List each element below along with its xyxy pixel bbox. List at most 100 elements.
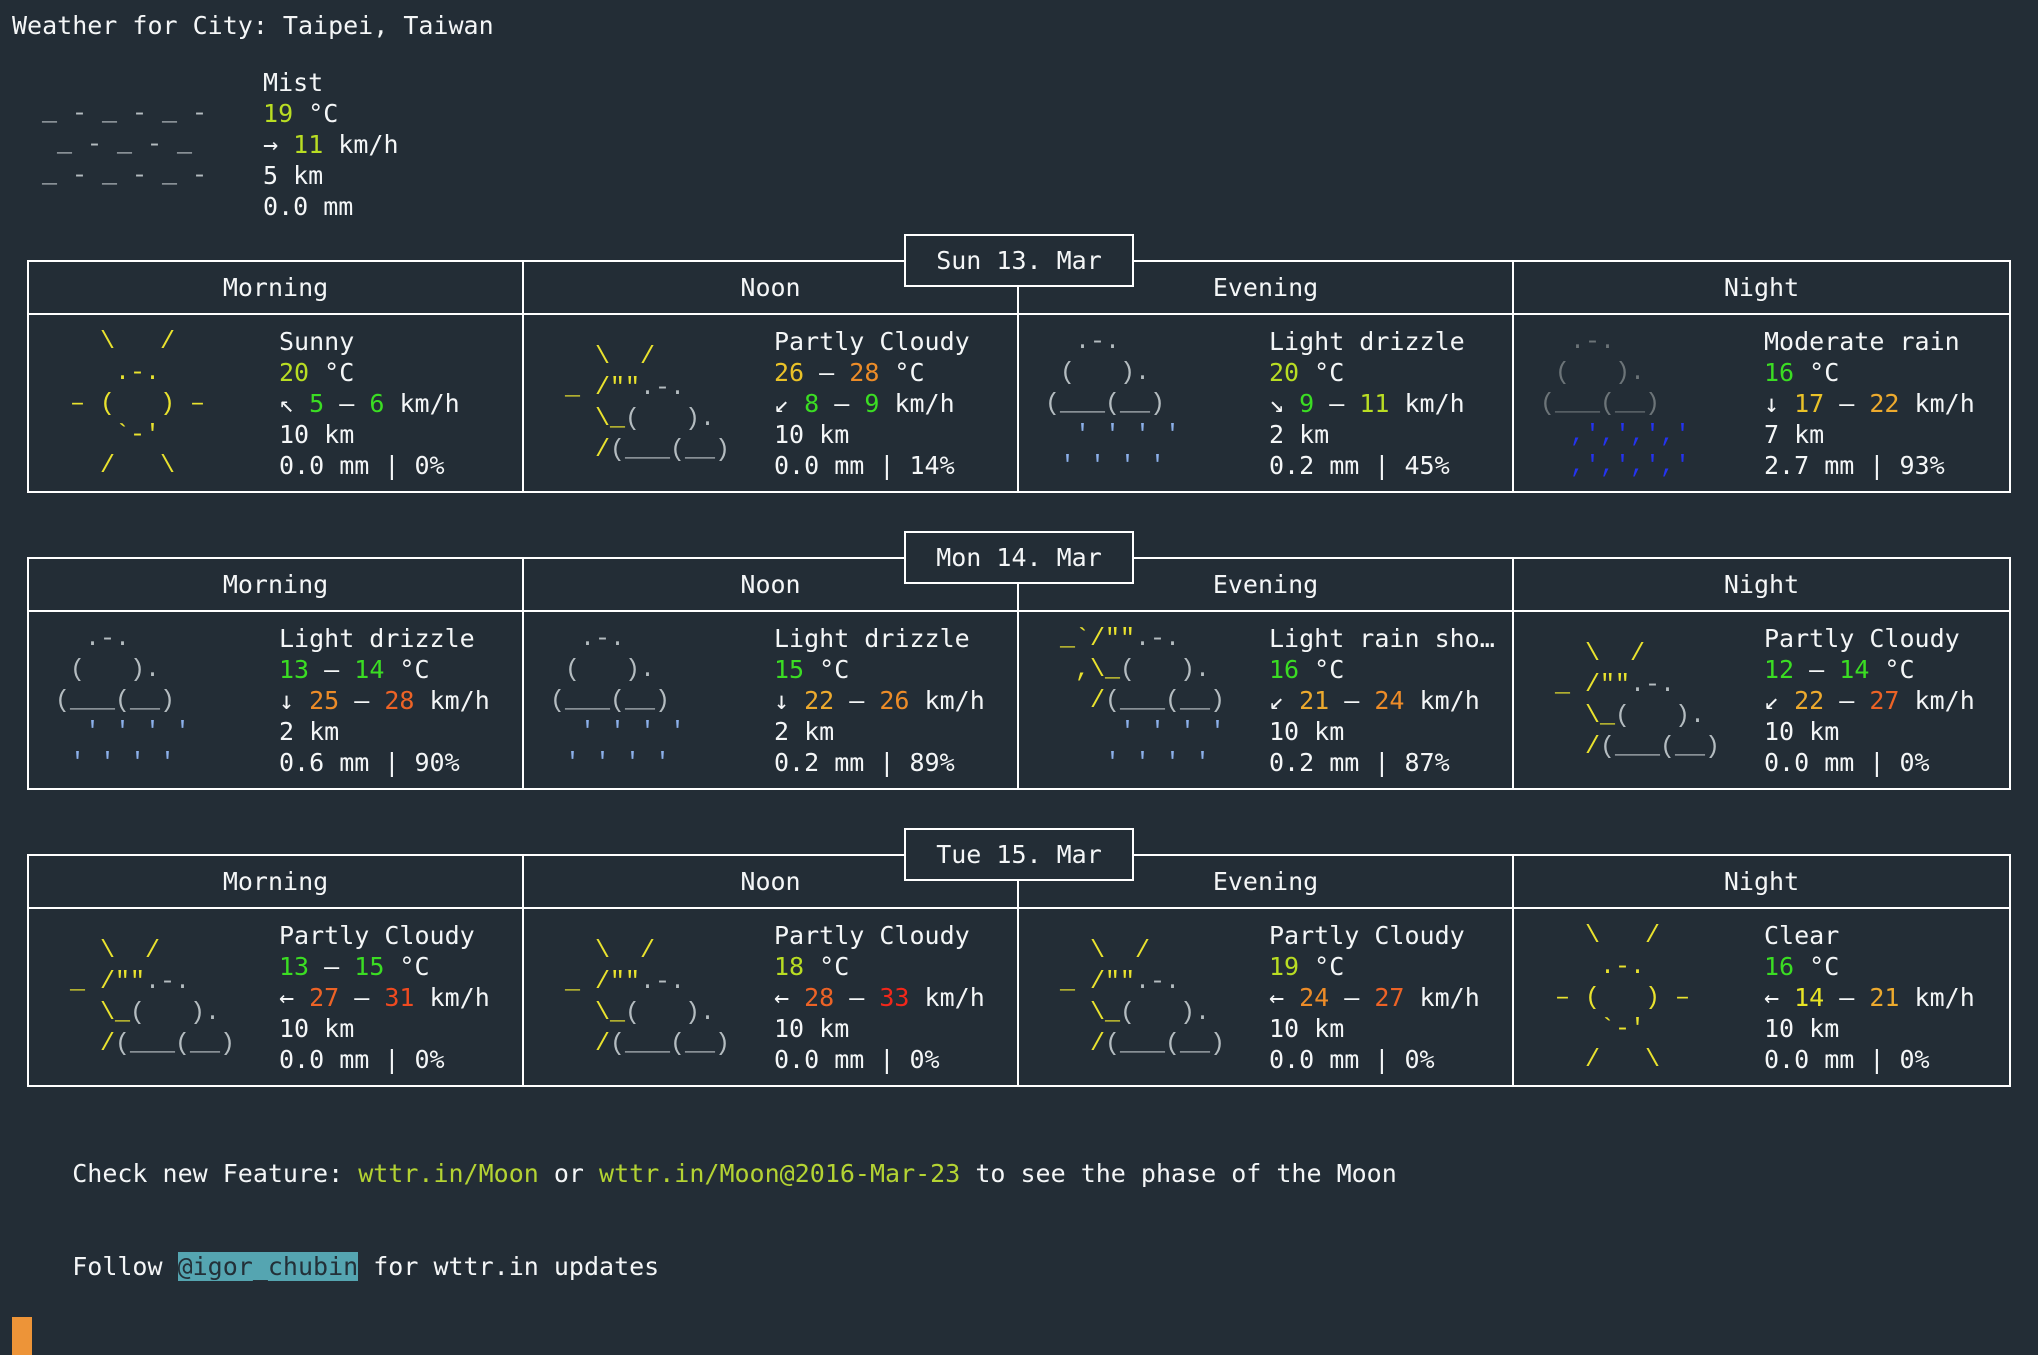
temperature-text: 19 °C: [1269, 951, 1345, 981]
wind-text: → 11 km/h: [263, 130, 399, 159]
precipitation-text: 0.2 mm | 87%: [1269, 747, 1450, 777]
precipitation-text: 0.0 mm | 0%: [1269, 1044, 1435, 1074]
visibility-text: 7 km: [1764, 419, 1825, 449]
wind-text: ← 27 ‒ 31 km/h: [279, 982, 490, 1012]
visibility-text: 2 km: [774, 716, 835, 746]
forecast-cell-evening: .-. ( ). (___(__) ' ' ' ' ' ' ' ' Light …: [1019, 315, 1514, 491]
visibility-text: 10 km: [279, 419, 355, 449]
precipitation-text: 0.0 mm | 0%: [279, 1044, 445, 1074]
condition-text: Mist: [263, 68, 324, 97]
condition-text: Partly Cloudy: [774, 920, 970, 950]
visibility-text: 10 km: [1764, 716, 1840, 746]
terminal-cursor[interactable]: [12, 1317, 32, 1355]
partly-cloudy-icon: \ / _ /"".-. \_( ). /(___(__): [1540, 639, 1721, 761]
visibility-text: 2 km: [279, 716, 340, 746]
light-rain-shower-icon: _`/"".-. ,\_( ). /(___(__) ' ' ' ' ' ' '…: [1045, 623, 1226, 777]
sunny-icon: \ / .-. ‒ ( ) ‒ `-' / \: [55, 326, 206, 480]
condition-text: Partly Cloudy: [1764, 623, 1960, 653]
precipitation-text: 0.0 mm | 0%: [1764, 1044, 1930, 1074]
condition-text: Light drizzle: [1269, 326, 1465, 356]
clear-icon: \ / .-. ‒ ( ) ‒ `-' / \: [1540, 920, 1691, 1074]
twitter-handle-link[interactable]: @igor_chubin: [177, 1252, 359, 1281]
partly-cloudy-icon: \ / _ /"".-. \_( ). /(___(__): [1045, 936, 1226, 1058]
temperature-text: 26 ‒ 28 °C: [774, 357, 925, 387]
table-body-row: \ / _ /"".-. \_( ). /(___(__) Partly Clo…: [29, 909, 2009, 1085]
wind-text: ↓ 25 ‒ 28 km/h: [279, 685, 490, 715]
footer-follow-line: Follow @igor_chubin for wttr.in updates: [12, 1220, 2038, 1313]
wind-text: ← 24 ‒ 27 km/h: [1269, 982, 1480, 1012]
mist-icon: _ - _ - _ - _ - _ - _ _ - _ - _ -: [42, 99, 208, 190]
wind-text: ↙ 21 ‒ 24 km/h: [1269, 685, 1480, 715]
footer-text: for wttr.in updates: [358, 1252, 660, 1281]
forecast-cell-night: .-. ( ). (___(__) ,',',',' ,',',',' Mode…: [1514, 315, 2009, 491]
forecast-cell-night: \ / .-. ‒ ( ) ‒ `-' / \ Clear 16 °C ← 14…: [1514, 909, 2009, 1085]
date-tab: Mon 14. Mar: [904, 531, 1134, 584]
page-title: Weather for City: Taipei, Taiwan: [12, 11, 494, 40]
light-drizzle-icon: .-. ( ). (___(__) ' ' ' ' ' ' ' ': [55, 623, 191, 777]
footer: Check new Feature: wttr.in/Moon or wttr.…: [12, 1127, 2038, 1313]
temperature-text: 16 °C: [1269, 654, 1345, 684]
current-details: Mist 19 °C → 11 km/h 5 km 0.0 mm: [263, 67, 398, 222]
footer-text: Check new Feature:: [72, 1159, 359, 1188]
visibility-text: 2 km: [1269, 419, 1330, 449]
footer-text: or: [538, 1159, 600, 1188]
precipitation-text: 0.0 mm | 0%: [1764, 747, 1930, 777]
visibility-text: 10 km: [279, 1013, 355, 1043]
visibility-text: 10 km: [774, 419, 850, 449]
forecast-day-mon: Mon 14. Mar Morning Noon Evening Night .…: [0, 531, 2038, 790]
temperature-text: 15 °C: [774, 654, 850, 684]
date-tab: Tue 15. Mar: [904, 828, 1134, 881]
precipitation-text: 0.0 mm | 0%: [279, 450, 445, 480]
condition-text: Partly Cloudy: [774, 326, 970, 356]
date-tab: Sun 13. Mar: [904, 234, 1134, 287]
forecast-cell-evening: \ / _ /"".-. \_( ). /(___(__) Partly Clo…: [1019, 909, 1514, 1085]
temperature-text: 19 °C: [263, 99, 339, 128]
visibility-text: 10 km: [1269, 716, 1345, 746]
precipitation-text: 0.2 mm | 45%: [1269, 450, 1450, 480]
forecast-cell-morning: \ / .-. ‒ ( ) ‒ `-' / \ Sunny 20 °C ↖ 5 …: [29, 315, 524, 491]
forecast-cell-noon: .-. ( ). (___(__) ' ' ' ' ' ' ' ' Light …: [524, 612, 1019, 788]
forecast-cell-morning: .-. ( ). (___(__) ' ' ' ' ' ' ' ' Light …: [29, 612, 524, 788]
temperature-text: 18 °C: [774, 951, 850, 981]
current-conditions: _ - _ - _ - _ - _ - _ _ - _ - _ - Mist 1…: [30, 67, 2038, 222]
condition-text: Light drizzle: [774, 623, 970, 653]
condition-text: Moderate rain: [1764, 326, 1960, 356]
wind-text: ↓ 22 ‒ 26 km/h: [774, 685, 985, 715]
condition-text: Light rain sho…: [1269, 623, 1495, 653]
light-drizzle-icon: .-. ( ). (___(__) ' ' ' ' ' ' ' ': [1045, 326, 1181, 480]
footer-feature-line: Check new Feature: wttr.in/Moon or wttr.…: [12, 1127, 2038, 1220]
wind-text: ↙ 22 ‒ 27 km/h: [1764, 685, 1975, 715]
forecast-day-tue: Tue 15. Mar Morning Noon Evening Night \…: [0, 828, 2038, 1087]
temperature-text: 12 ‒ 14 °C: [1764, 654, 1915, 684]
precipitation-text: 2.7 mm | 93%: [1764, 450, 1945, 480]
temperature-text: 13 ‒ 14 °C: [279, 654, 430, 684]
forecast-cell-noon: \ / _ /"".-. \_( ). /(___(__) Partly Clo…: [524, 315, 1019, 491]
visibility-text: 10 km: [1269, 1013, 1345, 1043]
condition-text: Partly Cloudy: [279, 920, 475, 950]
precipitation-text: 0.2 mm | 89%: [774, 747, 955, 777]
forecast-table: Morning Noon Evening Night \ / _ /"".-. …: [27, 854, 2011, 1087]
table-body-row: \ / .-. ‒ ( ) ‒ `-' / \ Sunny 20 °C ↖ 5 …: [29, 315, 2009, 491]
condition-text: Sunny: [279, 326, 355, 356]
precipitation-text: 0.0 mm | 0%: [774, 1044, 940, 1074]
temperature-text: 13 ‒ 15 °C: [279, 951, 430, 981]
temperature-text: 16 °C: [1764, 951, 1840, 981]
wind-text: ← 14 ‒ 21 km/h: [1764, 982, 1975, 1012]
forecast-cell-morning: \ / _ /"".-. \_( ). /(___(__) Partly Clo…: [29, 909, 524, 1085]
temperature-text: 16 °C: [1764, 357, 1840, 387]
moon-link[interactable]: wttr.in/Moon: [358, 1159, 539, 1188]
wind-text: ↙ 8 ‒ 9 km/h: [774, 388, 955, 418]
condition-text: Clear: [1764, 920, 1840, 950]
visibility-text: 5 km: [263, 161, 324, 190]
precipitation-text: 0.6 mm | 90%: [279, 747, 460, 777]
partly-cloudy-icon: \ / _ /"".-. \_( ). /(___(__): [55, 936, 236, 1058]
forecast-table: Morning Noon Evening Night \ / .-. ‒ ( )…: [27, 260, 2011, 493]
wind-text: ← 28 ‒ 33 km/h: [774, 982, 985, 1012]
moon-date-link[interactable]: wttr.in/Moon@2016-Mar-23: [599, 1159, 960, 1188]
moderate-rain-icon: .-. ( ). (___(__) ,',',',' ,',',',': [1540, 326, 1691, 480]
table-body-row: .-. ( ). (___(__) ' ' ' ' ' ' ' ' Light …: [29, 612, 2009, 788]
partly-cloudy-icon: \ / _ /"".-. \_( ). /(___(__): [550, 936, 731, 1058]
footer-text: Follow: [72, 1252, 178, 1281]
wind-text: ↘ 9 ‒ 11 km/h: [1269, 388, 1465, 418]
forecast-cell-evening: _`/"".-. ,\_( ). /(___(__) ' ' ' ' ' ' '…: [1019, 612, 1514, 788]
